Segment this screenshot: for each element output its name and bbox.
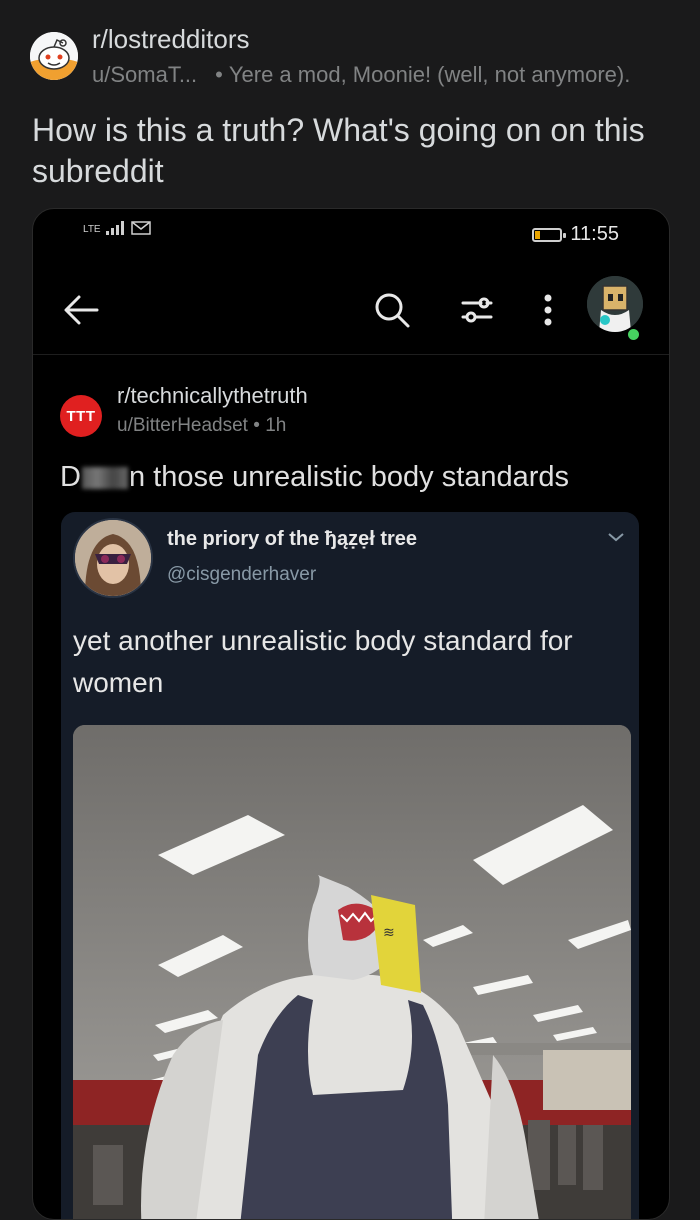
more-icon[interactable]: [522, 284, 574, 336]
user-flair: Yere a mod, Moonie! (well, not anymore).: [228, 62, 631, 87]
snoo-icon: [30, 32, 78, 80]
svg-text:≋: ≋: [383, 925, 395, 941]
inner-post-title[interactable]: Dn those unrealistic body standards: [60, 461, 569, 494]
search-icon[interactable]: [366, 284, 418, 336]
battery-icon: [532, 227, 567, 242]
signal-icon: [105, 221, 124, 235]
outer-subreddit-name[interactable]: r/lostredditors: [92, 24, 250, 55]
outer-post-title[interactable]: How is this a truth? What's going on on …: [32, 110, 672, 192]
title-end: n those unrealistic body standards: [128, 461, 570, 493]
app-bar: [33, 264, 669, 355]
tweet-text: yet another unrealistic body standard fo…: [73, 625, 573, 698]
phone-status-bar: LTE 11:55: [33, 209, 669, 257]
status-left: LTE: [83, 221, 151, 235]
tweet-handle[interactable]: @cisgenderhaver: [167, 564, 316, 586]
mail-icon: [130, 221, 151, 235]
post-image-phone-screenshot[interactable]: LTE 11:55 TTT r/technicallythetruth u/Bi…: [32, 208, 670, 1220]
tweet-photo[interactable]: ≋: [73, 725, 631, 1219]
tweet-card[interactable]: the priory of the ђąẓẹł tree @cisgenderh…: [61, 512, 639, 1219]
status-right: 11:55: [532, 223, 619, 246]
subreddit-avatar[interactable]: [30, 32, 78, 80]
inner-post-meta: u/BitterHeadset • 1h: [117, 415, 287, 436]
back-arrow-icon[interactable]: [55, 284, 107, 336]
inner-post-header: TTT r/technicallythetruth u/BitterHeadse…: [60, 379, 640, 439]
censor-blur: [81, 467, 128, 490]
post-age: 1h: [265, 415, 287, 436]
outer-post-header: r/lostredditors u/SomaT... • Yere a mod, M…: [30, 22, 680, 87]
status-time: 11:55: [570, 223, 619, 245]
subreddit-icon[interactable]: TTT: [60, 395, 102, 437]
title-start: D: [60, 461, 81, 493]
outer-post-meta: u/SomaT... • Yere a mod, Moonie! (well, no…: [92, 62, 631, 87]
online-status-dot: [626, 327, 641, 342]
network-label: LTE: [83, 224, 101, 235]
user-avatar[interactable]: [587, 276, 643, 332]
filter-icon[interactable]: [451, 284, 503, 336]
tweet-avatar[interactable]: [73, 518, 153, 598]
store-photo: ≋: [73, 725, 631, 1219]
outer-username[interactable]: u/SomaT...: [92, 62, 197, 87]
tweet-display-name[interactable]: the priory of the ђąẓẹł tree: [167, 528, 417, 551]
inner-subreddit-name[interactable]: r/technicallythetruth: [117, 383, 308, 409]
chevron-down-icon[interactable]: [607, 530, 625, 548]
inner-username[interactable]: u/BitterHeadset: [117, 415, 248, 436]
